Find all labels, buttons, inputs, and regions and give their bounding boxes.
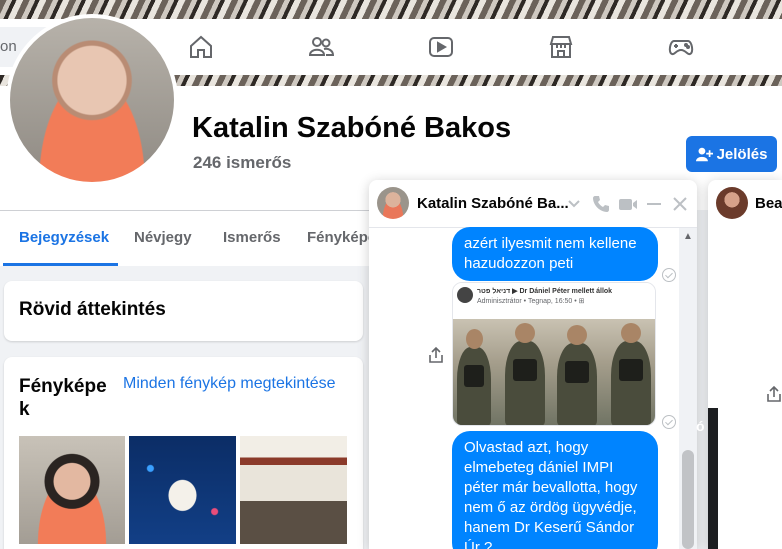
scrollbar-thumb[interactable]	[682, 450, 694, 549]
phone-call-icon[interactable]	[591, 194, 611, 214]
shared-post-photo	[453, 319, 655, 425]
active-tab-indicator	[3, 263, 118, 266]
soldier-figure	[611, 323, 651, 425]
watch-icon[interactable]	[427, 33, 455, 61]
intro-title: Rövid áttekintés	[19, 299, 166, 320]
marketplace-icon[interactable]	[547, 33, 575, 61]
media-preview-text: ó	[696, 418, 705, 434]
soldier-figure	[505, 323, 545, 425]
minimize-icon[interactable]	[644, 194, 664, 214]
photos-card: Fényképe k Minden fénykép megtekintése	[4, 357, 363, 549]
seen-check-icon	[662, 268, 676, 282]
soldier-figure	[557, 325, 597, 425]
tab-photos[interactable]: Fényképe	[307, 229, 376, 246]
chat-contact-name[interactable]: Katalin Szabóné Ba...	[417, 195, 569, 212]
second-chat-window: Beat	[708, 180, 782, 549]
tab-about[interactable]: Névjegy	[134, 229, 192, 246]
message-text: elmebeteg dániel IMPI	[464, 459, 614, 476]
chat-contact-name[interactable]: Beat	[755, 195, 782, 212]
chat-header: Katalin Szabóné Ba...	[369, 180, 697, 228]
message-text: Úr ?	[464, 539, 493, 549]
photos-title-line1: Fényképe	[19, 376, 107, 397]
seen-check-icon	[662, 415, 676, 429]
chat-avatar[interactable]	[377, 187, 409, 219]
shared-post-subtitle: Adminisztrátor • Tegnap, 16:50 • ⊞	[477, 298, 585, 305]
shared-post-avatar	[457, 287, 473, 303]
shared-post-header: דניאל פטר ▶ Dr Dániel Péter mellett állo…	[453, 283, 655, 317]
shared-post-title: דניאל פטר ▶ Dr Dániel Péter mellett állo…	[477, 288, 613, 295]
shared-post-image[interactable]: דניאל פטר ▶ Dr Dániel Péter mellett állo…	[452, 282, 656, 426]
message-text: nem ő az ördög ügyvédje,	[464, 499, 637, 516]
home-icon[interactable]	[187, 33, 215, 61]
friends-icon[interactable]	[307, 33, 335, 61]
tab-posts[interactable]: Bejegyzések	[19, 229, 109, 246]
close-icon[interactable]	[670, 194, 690, 214]
profile-avatar[interactable]	[6, 14, 178, 186]
share-icon[interactable]	[428, 346, 444, 364]
chevron-down-icon[interactable]	[567, 196, 581, 210]
message-bubble[interactable]: azért ilyesmit nem kellene hazudozzon pe…	[452, 227, 658, 281]
message-text: Olvastad azt, hogy	[464, 439, 589, 456]
profile-name: Katalin Szabóné Bakos	[192, 112, 512, 144]
photo-thumbnail[interactable]	[129, 436, 236, 544]
photo-thumbnail[interactable]	[19, 436, 125, 544]
see-all-photos-link[interactable]: Minden fénykép megtekintése	[123, 375, 336, 393]
message-text: azért ilyesmit nem kellene	[464, 235, 637, 252]
photo-thumbnail[interactable]	[240, 436, 347, 544]
soldier-figure	[457, 329, 491, 425]
message-text: hazudozzon peti	[464, 255, 574, 272]
message-text: péter már bevallotta, hogy	[464, 479, 638, 496]
photos-title-line2: k	[19, 399, 30, 420]
tab-friends[interactable]: Ismerős	[223, 229, 281, 246]
video-call-icon[interactable]	[618, 194, 638, 214]
message-bubble[interactable]: Olvastad azt, hogy elmebeteg dániel IMPI…	[452, 431, 658, 549]
gaming-icon[interactable]	[667, 33, 695, 61]
add-friend-button[interactable]: Jelölés	[686, 136, 777, 172]
intro-card: Rövid áttekintés	[4, 281, 363, 341]
media-preview[interactable]	[708, 408, 718, 549]
chat-avatar[interactable]	[716, 187, 748, 219]
scroll-up-arrow[interactable]: ▲	[683, 232, 693, 242]
share-icon[interactable]	[766, 385, 782, 403]
add-friend-label: Jelölés	[716, 145, 768, 163]
friends-count[interactable]: 246 ismerős	[193, 153, 291, 173]
message-text: hanem Dr Keserű Sándor	[464, 519, 635, 536]
add-person-icon	[695, 147, 713, 161]
profile-tabs: Bejegyzések Névjegy Ismerős Fényképe	[0, 210, 376, 266]
